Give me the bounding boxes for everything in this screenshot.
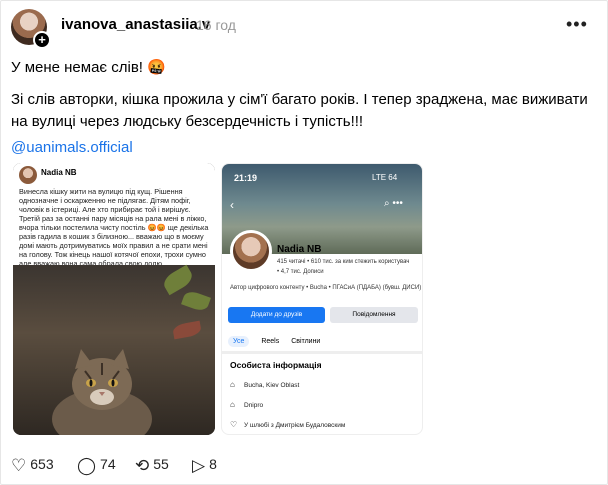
like-button[interactable]: ♡ 653 xyxy=(11,456,54,476)
divider xyxy=(222,351,422,354)
personal-info-heading: Особиста інформація xyxy=(230,360,322,370)
post-image-1[interactable]: Nadia NB Винесла кішку жити на вулицю пі… xyxy=(13,163,215,435)
repost-icon: ⟲ xyxy=(135,456,150,475)
tab-all: Усе xyxy=(228,336,250,347)
heart-icon: ♡ xyxy=(230,420,238,429)
comment-count: 74 xyxy=(100,456,116,472)
more-options-icon[interactable]: ••• xyxy=(566,14,588,35)
location-icon: ⌂ xyxy=(230,380,235,389)
profile-stats: 415 читачі • 610 тис. за ким стежить кор… xyxy=(277,259,410,265)
info-row-relationship: ♡ У шлюбі з Дмитрієм Будаловским xyxy=(230,420,345,429)
author-username[interactable]: ivanova_anastasiia.v xyxy=(61,16,210,33)
search-icon: ⌕ ••• xyxy=(384,198,403,209)
comment-button[interactable]: ◯ 74 xyxy=(77,456,116,476)
info-row-text: У шлюбі з Дмитрієм Будаловским xyxy=(244,422,346,429)
post-text-body: Зі слів авторки, кішка прожила у сім'ї б… xyxy=(11,91,588,130)
phone-status-time: 21:19 xyxy=(234,173,258,183)
post-image-2[interactable]: 21:19 LTE 64 ‹ ⌕ ••• Nadia NB 415 читачі… xyxy=(221,163,423,435)
phone-status-icons: LTE 64 xyxy=(372,173,398,182)
profile-info: Автор цифрового контенту • Bucha • ПГАСи… xyxy=(230,285,422,291)
thread-post: + ivanova_anastasiia.v 16 год ••• У мене… xyxy=(0,0,608,485)
info-row-text: Dnipro xyxy=(244,402,264,409)
profile-name: Nadia NB xyxy=(277,244,322,255)
info-row-text: Bucha, Kiev Oblast xyxy=(244,382,300,389)
info-row-hometown: ⌂ Dnipro xyxy=(230,400,263,409)
quoted-name: Nadia NB xyxy=(41,168,77,177)
profile-tabs: Усе Reels Світлини xyxy=(228,336,330,347)
cat-illustration xyxy=(52,349,152,435)
like-count: 653 xyxy=(30,456,54,472)
add-friend-button: Додати до друзів xyxy=(228,307,325,323)
comment-icon: ◯ xyxy=(77,456,97,475)
post-time: 16 год xyxy=(196,17,236,33)
tab-photos: Світлини xyxy=(291,338,321,345)
home-icon: ⌂ xyxy=(230,400,235,409)
info-row-location: ⌂ Bucha, Kiev Oblast xyxy=(230,380,299,389)
quoted-text: Винесла кішку жити на вулицю під кущ. Рі… xyxy=(19,187,209,268)
share-count: 8 xyxy=(209,456,217,472)
post-text-line1: У мене немає слів! 🤬 xyxy=(11,59,166,76)
author-avatar[interactable]: + xyxy=(11,9,51,49)
share-button[interactable]: ▷ 8 xyxy=(192,456,217,476)
quoted-avatar xyxy=(19,166,37,184)
profile-avatar xyxy=(230,230,272,272)
message-button: Повідомлення xyxy=(330,307,418,323)
quoted-text-card: Nadia NB Винесла кішку жити на вулицю пі… xyxy=(13,163,215,268)
tab-reels: Reels xyxy=(261,338,280,345)
mention-link[interactable]: @uanimals.official xyxy=(11,139,133,156)
follow-plus-icon[interactable]: + xyxy=(33,31,51,49)
repost-button[interactable]: ⟲ 55 xyxy=(135,456,169,476)
send-icon: ▷ xyxy=(192,456,206,475)
repost-count: 55 xyxy=(153,456,169,472)
back-arrow-icon: ‹ xyxy=(230,198,234,212)
profile-stats-posts: • 4,7 тис. Дописи xyxy=(277,269,324,275)
heart-icon: ♡ xyxy=(11,456,27,475)
